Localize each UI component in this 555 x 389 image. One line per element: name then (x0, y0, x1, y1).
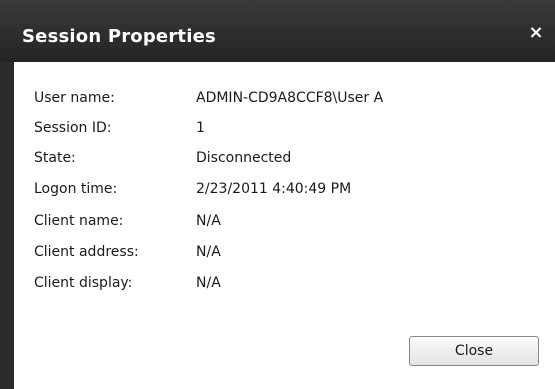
close-button[interactable]: Close (409, 336, 539, 366)
property-value: N/A (196, 275, 221, 291)
property-label: Logon time: (34, 181, 118, 197)
property-value: ADMIN-CD9A8CCF8\User A (196, 90, 384, 106)
property-label: User name: (34, 90, 115, 106)
dialog-title: Session Properties (22, 26, 216, 47)
dialog-content: User name: ADMIN-CD9A8CCF8\User A Sessio… (14, 62, 555, 389)
property-label: Client name: (34, 213, 124, 229)
property-label: Client address: (34, 244, 139, 260)
property-label: Session ID: (34, 120, 112, 136)
session-properties-dialog: Session Properties × User name: ADMIN-CD… (0, 0, 555, 389)
close-icon[interactable]: × (527, 22, 545, 44)
property-value: Disconnected (196, 150, 292, 166)
property-value: N/A (196, 244, 221, 260)
property-value: 1 (196, 120, 205, 136)
property-label: State: (34, 150, 76, 166)
dialog-titlebar[interactable]: Session Properties × (0, 0, 555, 62)
property-label: Client display: (34, 275, 133, 291)
property-value: N/A (196, 213, 221, 229)
property-value: 2/23/2011 4:40:49 PM (196, 181, 352, 197)
